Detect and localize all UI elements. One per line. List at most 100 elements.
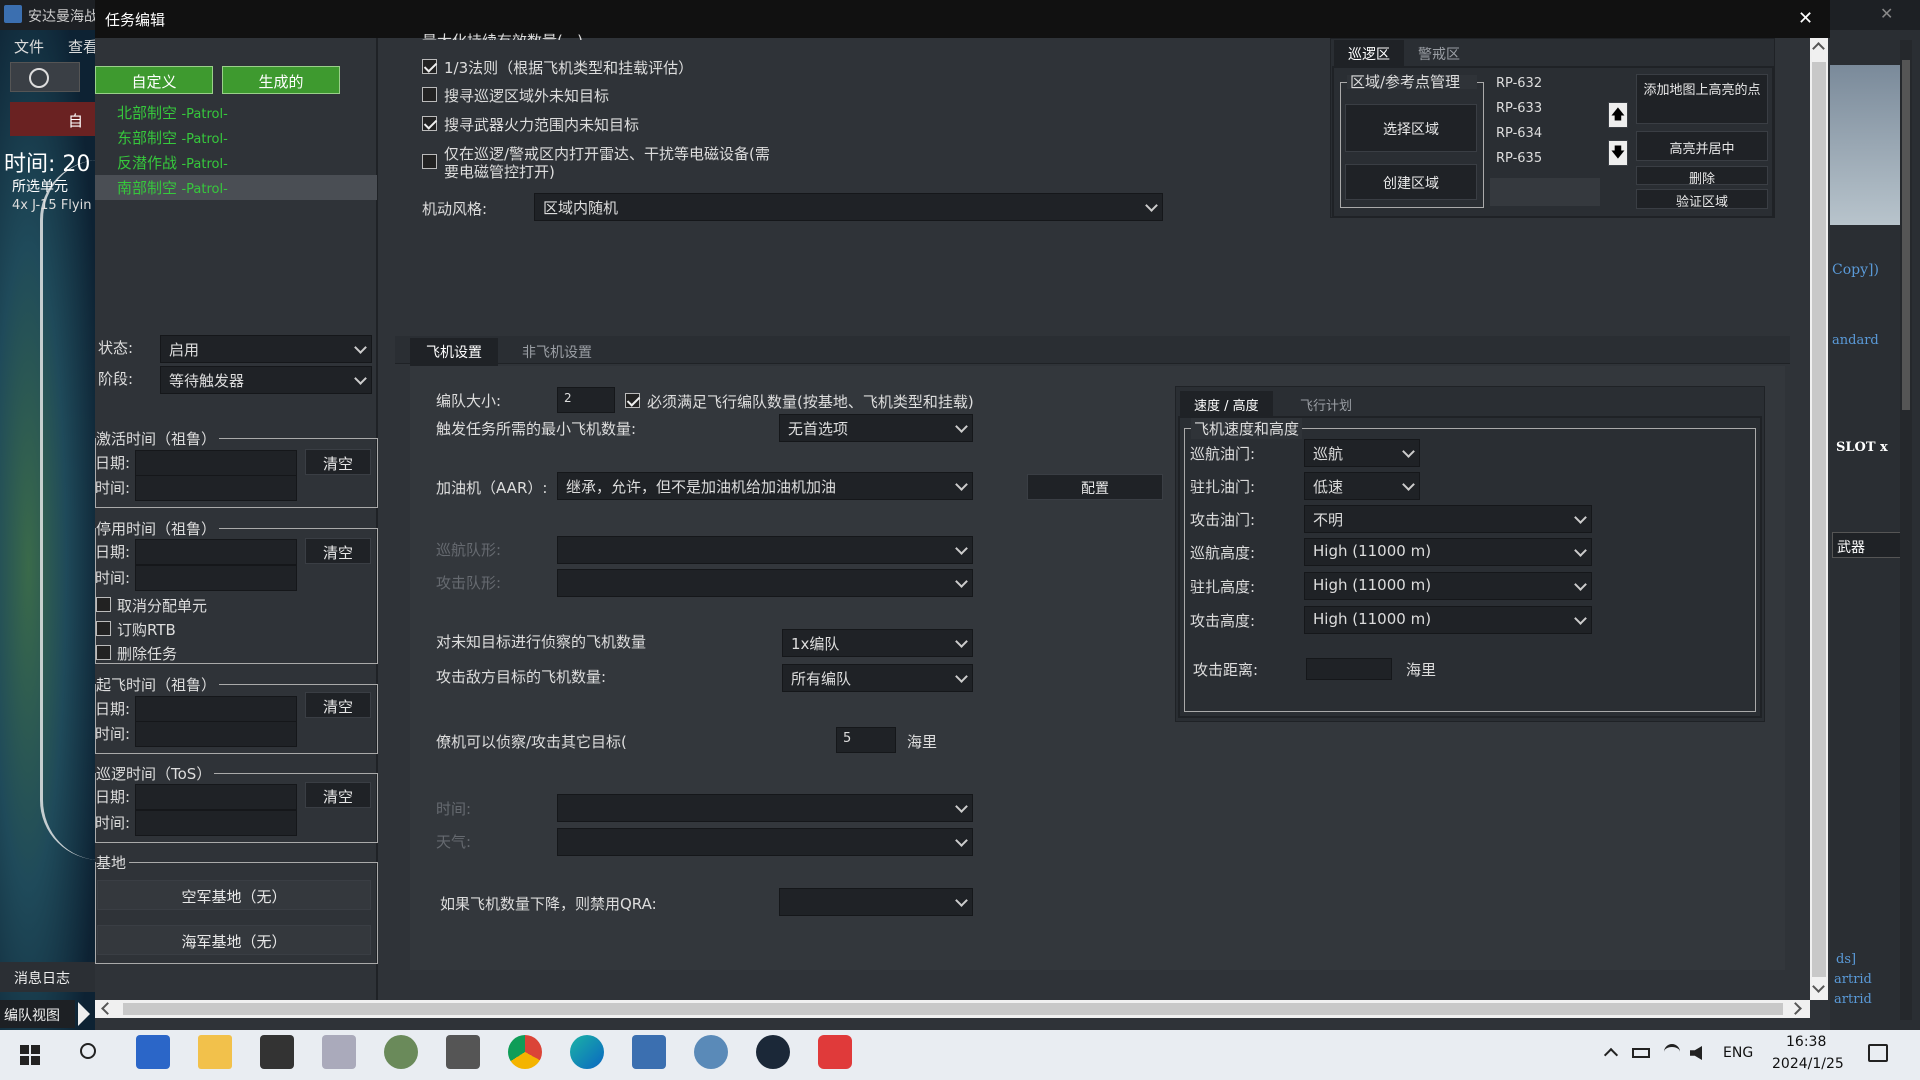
tanker-config-button[interactable]: 配置 [1027,474,1163,500]
game-app-icon[interactable] [384,1035,418,1069]
search-icon[interactable] [80,1043,96,1059]
right-scrollbar-thumb[interactable] [1902,60,1910,410]
dialog-close-button[interactable]: ✕ [1798,8,1813,29]
cruise-altitude-select[interactable]: High (11000 m) [1304,538,1592,566]
patrol-time-input[interactable] [135,810,297,836]
mission-item-selected[interactable]: 南部制空 -Patrol- [95,175,377,200]
weather-condition-select[interactable] [557,828,973,856]
mission-item[interactable]: 北部制空 -Patrol- [95,100,377,125]
wingman-distance-input[interactable]: 5 [836,727,896,753]
auto-button[interactable]: 自 [10,102,95,136]
attack-distance-input[interactable] [1306,658,1392,680]
dialog-hscrollbar[interactable] [95,1000,1810,1018]
clock-date[interactable]: 2024/1/25 [1772,1056,1844,1072]
vscroll-thumb[interactable] [1812,62,1826,977]
activation-time-input[interactable] [135,475,297,501]
verify-area-button[interactable]: 验证区域 [1636,189,1768,210]
loiter-altitude-select[interactable]: High (11000 m) [1304,572,1592,600]
notification-icon[interactable] [1868,1044,1888,1062]
list-item[interactable]: RP-635 [1490,147,1605,172]
settings-gear-icon[interactable] [694,1035,728,1069]
navalbase-button[interactable]: 海军基地（无） [97,925,371,955]
delete-point-button[interactable]: 删除 [1636,166,1768,187]
store-icon[interactable] [136,1035,170,1069]
loiter-throttle-select[interactable]: 低速 [1304,472,1420,500]
tab-patrol-zone[interactable]: 巡逻区 [1334,40,1404,68]
list-item[interactable]: RP-632 [1490,72,1605,97]
maneuver-select[interactable]: 区域内随机 [534,193,1163,221]
select-area-button[interactable]: 选择区域 [1345,104,1477,152]
rtb-checkbox[interactable] [96,621,111,636]
patrol-clear-button[interactable]: 清空 [305,782,371,808]
group-size-input[interactable]: 2 [557,387,615,413]
min-aircraft-select[interactable]: 无首选项 [779,414,973,442]
menu-view[interactable]: 查看 [68,36,98,57]
cmo-app-icon[interactable] [632,1035,666,1069]
wps-icon[interactable] [818,1035,852,1069]
cruise-throttle-select[interactable]: 巡航 [1304,439,1420,467]
delete-task-checkbox[interactable] [96,645,111,660]
status-select[interactable]: 启用 [160,335,372,363]
mission-item[interactable]: 反潜作战 -Patrol- [95,150,377,175]
wifi-icon[interactable] [1664,1044,1680,1060]
right-link-cartrid-2[interactable]: artrid [1834,992,1872,1007]
recon-count-select[interactable]: 1x编队 [782,629,973,657]
battery-icon[interactable] [1632,1048,1650,1058]
right-link-ds[interactable]: ds] [1836,952,1856,967]
deactivation-time-input[interactable] [135,565,297,591]
rule13-checkbox[interactable] [422,59,437,74]
list-item[interactable]: RP-633 [1490,97,1605,122]
move-down-button[interactable]: 🡇 [1608,140,1628,166]
app-cube-icon[interactable] [260,1035,294,1069]
right-link-standard[interactable]: andard [1832,333,1879,348]
airbase-button[interactable]: 空军基地（无） [97,880,371,910]
clock-time[interactable]: 16:38 [1786,1034,1826,1050]
tab-flight-plan[interactable]: 飞行计划 [1286,391,1366,418]
highlight-center-button[interactable]: 高亮并居中 [1636,131,1768,161]
app-close-icon[interactable]: ✕ [1880,4,1893,23]
attack-formation-select[interactable] [557,569,973,597]
search-outside-checkbox[interactable] [422,87,437,102]
takeoff-clear-button[interactable]: 清空 [305,692,371,718]
custom-button[interactable]: 自定义 [95,66,213,94]
scroll-down-icon[interactable] [1812,980,1825,993]
right-link-cartrid-1[interactable]: artrid [1834,972,1872,987]
chrome-icon[interactable] [508,1035,542,1069]
play-icon[interactable] [78,1002,90,1026]
search-weapon-checkbox[interactable] [422,116,437,131]
emcon-checkbox[interactable] [422,154,437,169]
add-highlight-button[interactable]: 添加地图上高亮的点 [1636,74,1768,124]
right-link-copy[interactable]: Copy]) [1832,262,1879,278]
clock-button[interactable] [10,62,80,92]
move-up-button[interactable]: 🡅 [1608,102,1628,128]
tab-non-aircraft-settings[interactable]: 非飞机设置 [506,338,608,366]
attack-altitude-select[interactable]: High (11000 m) [1304,606,1592,634]
language-indicator[interactable]: ENG [1723,1045,1753,1061]
takeoff-time-input[interactable] [135,721,297,747]
dialog-vscrollbar[interactable] [1810,38,1828,1000]
tab-speed-altitude[interactable]: 速度 / 高度 [1180,391,1273,418]
create-area-button[interactable]: 创建区域 [1345,164,1477,200]
list-item[interactable]: RP-634 [1490,122,1605,147]
edge-icon[interactable] [570,1035,604,1069]
must-meet-checkbox[interactable] [625,393,640,408]
reference-point-list[interactable]: RP-632 RP-633 RP-634 RP-635 [1490,72,1605,206]
tab-warn-zone[interactable]: 警戒区 [1404,40,1474,68]
right-weapon-button[interactable]: 武器 [1832,532,1908,558]
tab-aircraft-settings[interactable]: 飞机设置 [410,338,498,366]
steam-icon[interactable] [756,1035,790,1069]
patrol-date-input[interactable] [135,784,297,810]
qra-select[interactable] [779,888,973,916]
message-log-button[interactable]: 消息日志 [0,962,95,992]
unassign-checkbox[interactable] [96,597,111,612]
hscroll-thumb[interactable] [123,1003,1783,1015]
attack-count-select[interactable]: 所有编队 [782,664,973,692]
windows-start-icon[interactable] [20,1045,40,1065]
attack-throttle-select[interactable]: 不明 [1304,505,1592,533]
calculator-icon[interactable] [446,1035,480,1069]
tanker-select[interactable]: 继承，允许，但不是加油机给加油机加油 [557,472,973,500]
formation-view-button[interactable]: 编队视图 [0,1000,75,1028]
activation-date-input[interactable] [135,450,297,476]
right-scrollbar[interactable] [1900,40,1912,1020]
file-explorer-icon[interactable] [198,1035,232,1069]
